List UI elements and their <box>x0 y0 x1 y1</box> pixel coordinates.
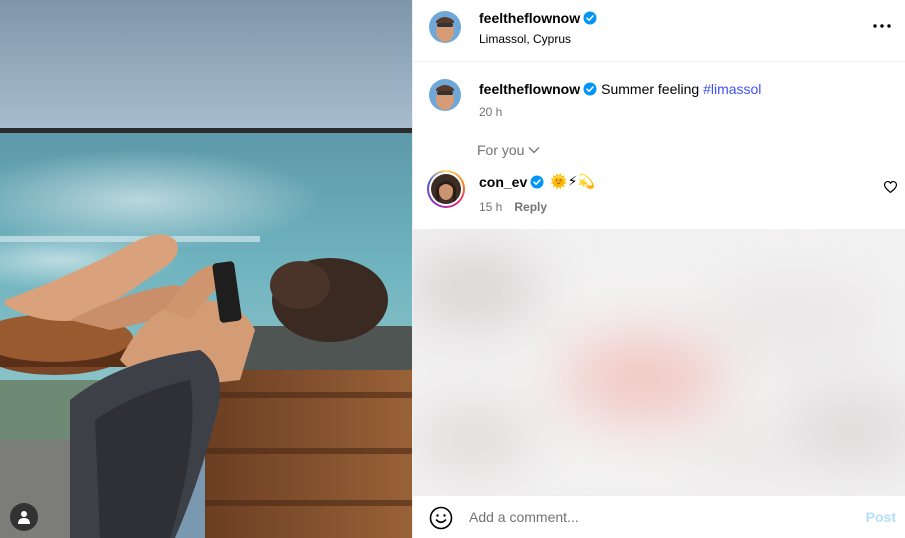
reply-button[interactable]: Reply <box>514 200 547 214</box>
verified-badge-icon <box>583 11 597 25</box>
caption-author-username[interactable]: feeltheflownow <box>479 81 580 97</box>
post-photo[interactable] <box>0 0 412 538</box>
commenter-avatar-image <box>431 174 461 204</box>
author-username[interactable]: feeltheflownow <box>479 10 580 26</box>
more-horizontal-icon <box>873 24 891 28</box>
post-details-panel: feeltheflownow Limassol, Cyprus feelthef… <box>412 0 905 538</box>
avatar-image <box>429 79 461 111</box>
add-comment-bar: Post <box>413 495 905 538</box>
comment-timestamp[interactable]: 15 h <box>479 200 502 214</box>
post-location[interactable]: Limassol, Cyprus <box>479 32 571 46</box>
chevron-down-icon <box>529 147 540 154</box>
caption-hashtag[interactable]: #limassol <box>703 81 761 97</box>
verified-badge-icon <box>583 82 597 96</box>
more-options-button[interactable] <box>870 14 894 38</box>
post-comment-button[interactable]: Post <box>866 509 896 525</box>
comment-input[interactable] <box>469 504 849 530</box>
caption-text: Summer feeling <box>601 81 700 97</box>
like-comment-button[interactable] <box>883 180 898 198</box>
caption: feeltheflownow Summer feeling #limassol <box>479 80 761 98</box>
author-name-row: feeltheflownow <box>479 10 597 26</box>
blurred-content <box>413 229 905 495</box>
verified-badge-icon <box>530 175 544 189</box>
comment: con_ev 🌞⚡💫 <box>479 174 595 190</box>
heart-icon <box>883 180 898 194</box>
caption-author-avatar[interactable] <box>429 79 461 111</box>
user-tag-button[interactable] <box>10 503 38 531</box>
blurred-overlay <box>413 229 905 495</box>
comments-filter-label: For you <box>477 142 525 158</box>
author-avatar[interactable] <box>429 11 461 43</box>
commenter-username[interactable]: con_ev <box>479 174 527 190</box>
commenter-avatar[interactable] <box>427 170 465 208</box>
emoji-picker-button[interactable] <box>429 506 453 530</box>
photo-illustration <box>0 0 412 538</box>
comment-text: 🌞⚡💫 <box>550 174 595 190</box>
caption-timestamp[interactable]: 20 h <box>479 105 502 119</box>
avatar-image <box>429 11 461 43</box>
comment-meta: 15 h Reply <box>479 200 547 214</box>
comments-filter-dropdown[interactable]: For you <box>477 142 540 158</box>
post-header: feeltheflownow Limassol, Cyprus <box>413 0 905 62</box>
emoji-icon <box>429 506 453 530</box>
user-tag-icon <box>18 511 30 524</box>
